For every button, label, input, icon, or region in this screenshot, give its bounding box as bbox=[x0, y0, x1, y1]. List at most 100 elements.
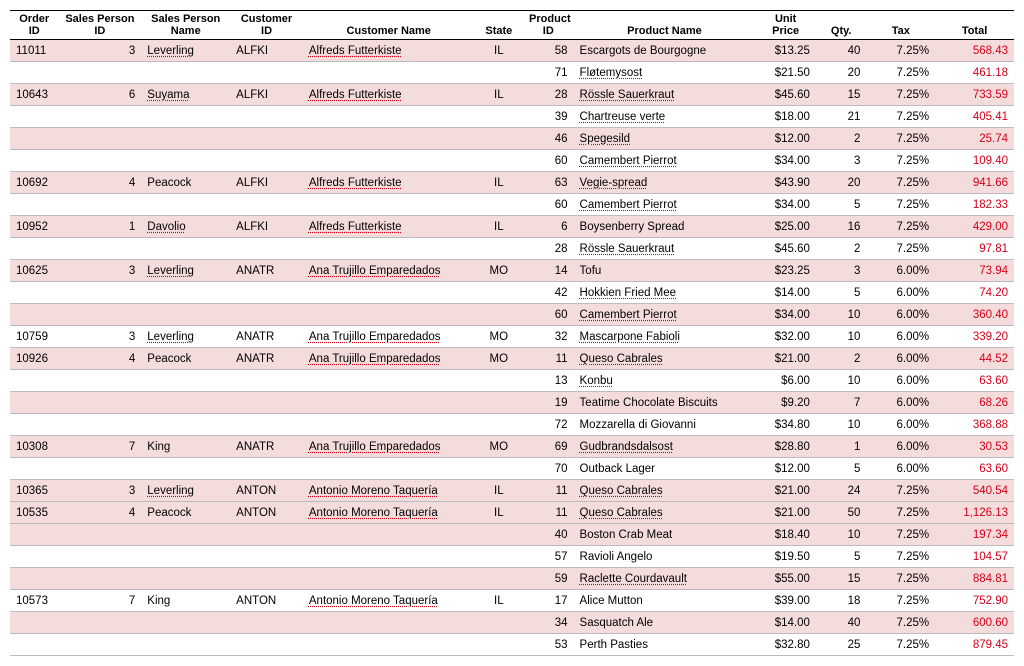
cell: 20 bbox=[816, 172, 867, 194]
col-customer-id: CustomerID bbox=[230, 11, 303, 40]
cell: Peacock bbox=[141, 172, 230, 194]
cell: 7.25% bbox=[866, 172, 935, 194]
cell: 540.54 bbox=[935, 480, 1014, 502]
cell: 7.25% bbox=[866, 62, 935, 84]
cell bbox=[10, 150, 58, 172]
cell: Alfreds Futterkiste bbox=[303, 216, 475, 238]
cell: 3 bbox=[58, 326, 141, 348]
cell: IL bbox=[475, 40, 523, 62]
cell: 6.00% bbox=[866, 370, 935, 392]
cell: 5 bbox=[816, 282, 867, 304]
cell: $32.80 bbox=[755, 634, 816, 656]
cell: 60 bbox=[523, 304, 574, 326]
report-table: OrderID Sales PersonID Sales PersonName … bbox=[10, 10, 1014, 656]
cell: $14.00 bbox=[755, 282, 816, 304]
cell bbox=[141, 106, 230, 128]
cell: 3 bbox=[816, 260, 867, 282]
cell: 7 bbox=[816, 392, 867, 414]
cell bbox=[303, 392, 475, 414]
cell: Tofu bbox=[574, 260, 756, 282]
cell bbox=[303, 612, 475, 634]
cell: 600.60 bbox=[935, 612, 1014, 634]
cell bbox=[475, 524, 523, 546]
cell: 405.41 bbox=[935, 106, 1014, 128]
cell: 6.00% bbox=[866, 458, 935, 480]
cell: 3 bbox=[58, 260, 141, 282]
cell bbox=[10, 458, 58, 480]
table-row: 57Ravioli Angelo$19.5057.25%104.57 bbox=[10, 546, 1014, 568]
cell: 6.00% bbox=[866, 348, 935, 370]
cell: Boston Crab Meat bbox=[574, 524, 756, 546]
cell bbox=[230, 458, 303, 480]
cell: Perth Pasties bbox=[574, 634, 756, 656]
cell: 15 bbox=[816, 84, 867, 106]
cell: 368.88 bbox=[935, 414, 1014, 436]
cell bbox=[141, 238, 230, 260]
cell: 6.00% bbox=[866, 282, 935, 304]
cell: 11011 bbox=[10, 40, 58, 62]
cell: 10573 bbox=[10, 590, 58, 612]
cell bbox=[475, 150, 523, 172]
cell: Mozzarella di Giovanni bbox=[574, 414, 756, 436]
cell bbox=[141, 392, 230, 414]
cell bbox=[230, 546, 303, 568]
cell: 1 bbox=[58, 216, 141, 238]
cell: 7 bbox=[58, 436, 141, 458]
cell: IL bbox=[475, 84, 523, 106]
cell bbox=[58, 106, 141, 128]
cell: 46 bbox=[523, 128, 574, 150]
table-row: 70Outback Lager$12.0056.00%63.60 bbox=[10, 458, 1014, 480]
cell: $9.20 bbox=[755, 392, 816, 414]
cell: Rössle Sauerkraut bbox=[574, 238, 756, 260]
cell bbox=[230, 568, 303, 590]
cell: Camembert Pierrot bbox=[574, 304, 756, 326]
cell: 5 bbox=[816, 546, 867, 568]
cell: Peacock bbox=[141, 348, 230, 370]
cell: 17 bbox=[523, 590, 574, 612]
table-row: 72Mozzarella di Giovanni$34.80106.00%368… bbox=[10, 414, 1014, 436]
cell: $13.25 bbox=[755, 40, 816, 62]
cell bbox=[10, 392, 58, 414]
cell: Antonio Moreno Taquería bbox=[303, 502, 475, 524]
cell bbox=[303, 524, 475, 546]
cell: 70 bbox=[523, 458, 574, 480]
cell: MO bbox=[475, 326, 523, 348]
cell: 461.18 bbox=[935, 62, 1014, 84]
cell: $6.00 bbox=[755, 370, 816, 392]
cell: $25.00 bbox=[755, 216, 816, 238]
cell bbox=[141, 194, 230, 216]
cell: 10308 bbox=[10, 436, 58, 458]
cell: $12.00 bbox=[755, 458, 816, 480]
col-product-name: Product Name bbox=[574, 11, 756, 40]
cell bbox=[475, 128, 523, 150]
cell: ANTON bbox=[230, 590, 303, 612]
cell: 72 bbox=[523, 414, 574, 436]
cell bbox=[475, 414, 523, 436]
cell: Vegie-spread bbox=[574, 172, 756, 194]
cell: IL bbox=[475, 590, 523, 612]
table-row: 19Teatime Chocolate Biscuits$9.2076.00%6… bbox=[10, 392, 1014, 414]
cell: 6.00% bbox=[866, 326, 935, 348]
cell bbox=[10, 282, 58, 304]
cell: IL bbox=[475, 216, 523, 238]
cell bbox=[58, 524, 141, 546]
cell: Ana Trujillo Emparedados bbox=[303, 436, 475, 458]
cell: Leverling bbox=[141, 260, 230, 282]
cell bbox=[141, 150, 230, 172]
cell: 339.20 bbox=[935, 326, 1014, 348]
cell bbox=[303, 414, 475, 436]
cell bbox=[58, 414, 141, 436]
cell bbox=[303, 304, 475, 326]
cell: 2 bbox=[816, 348, 867, 370]
cell: 752.90 bbox=[935, 590, 1014, 612]
cell: 197.34 bbox=[935, 524, 1014, 546]
cell bbox=[475, 304, 523, 326]
cell: $12.00 bbox=[755, 128, 816, 150]
cell: 10535 bbox=[10, 502, 58, 524]
cell bbox=[10, 414, 58, 436]
cell bbox=[141, 414, 230, 436]
cell: Leverling bbox=[141, 40, 230, 62]
cell bbox=[475, 370, 523, 392]
cell bbox=[475, 634, 523, 656]
cell: 28 bbox=[523, 84, 574, 106]
